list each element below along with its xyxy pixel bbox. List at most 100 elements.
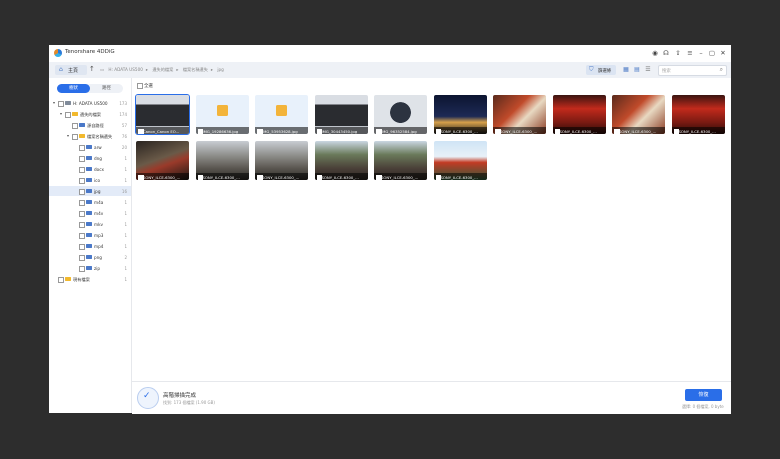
tree-item[interactable]: 源自路徑 57 <box>49 120 131 130</box>
tree-item-checkbox[interactable] <box>79 188 85 195</box>
tree-item[interactable]: ico 1 <box>49 175 131 185</box>
tab-tree[interactable]: 樹狀 <box>57 84 90 93</box>
tree-item-checkbox[interactable] <box>79 177 85 184</box>
expand-arrow-icon[interactable]: ▾ <box>53 100 55 105</box>
tree-item-label: 源自路徑 <box>87 122 104 128</box>
tab-path[interactable]: 路徑 <box>90 84 123 93</box>
share-icon[interactable]: ⇪ <box>674 49 682 57</box>
photo-thumbnail[interactable]: SONY_ILCE-6300_... <box>255 141 308 180</box>
toolbar: ⌂ 主頁 ↑ ▭ H: ADATA US500 ▸ 遺失的檔案 ▸ 檔案名稱遺失 ▸ … <box>49 62 731 79</box>
photo-thumbnail[interactable]: SONY_ILCE-6300_... <box>433 141 487 180</box>
search-input[interactable]: 搜索 ⌕ <box>658 65 727 76</box>
tree-item-label: zip <box>94 265 101 271</box>
photo-thumbnail[interactable]: Canon_Canon EO... <box>135 94 190 135</box>
photo-thumbnail[interactable]: SONY_ILCE-6300_... <box>671 95 725 134</box>
sidebar: 樹狀 路徑 ▾ H: ADATA US500 173 ▾ 遺失的檔案 174 源自路徑 57 ▾… <box>49 78 132 413</box>
tree-item-checkbox[interactable] <box>72 133 78 140</box>
tree-item[interactable]: jpg 16 <box>49 186 131 196</box>
tree-item[interactable]: png 2 <box>49 252 131 262</box>
tree-item-checkbox[interactable] <box>72 122 78 129</box>
breadcrumb-item[interactable]: H: ADATA US500 <box>108 67 143 72</box>
list-view-icon[interactable]: ☰ <box>644 65 652 75</box>
photo-thumbnail[interactable]: SONY_ILCE-6300_... <box>612 95 665 134</box>
app-logo-icon <box>54 49 62 57</box>
tree-item-label: dng <box>94 155 102 161</box>
photo-thumbnail[interactable]: SONY_ILCE-6300_... <box>136 141 189 180</box>
grid-view-icon[interactable]: ▦ <box>622 65 630 75</box>
photo-thumbnail[interactable]: IMG_53953628.jpg <box>255 95 308 134</box>
thumbnail-caption: IMG_30443450.jpg <box>314 127 368 134</box>
tree-item-count: 2 <box>124 254 127 260</box>
breadcrumb-separator-icon: ▸ <box>210 67 214 72</box>
expand-arrow-icon[interactable]: ▾ <box>60 111 62 116</box>
thumbnail-filename: SONY_ILCE-6300_... <box>381 174 419 180</box>
tree-item-label: mp3 <box>94 232 104 238</box>
expand-arrow-icon[interactable]: ▾ <box>67 133 69 138</box>
select-all-checkbox[interactable] <box>137 83 143 89</box>
tree-item-checkbox[interactable] <box>79 199 85 206</box>
tree-item[interactable]: m4v 1 <box>49 208 131 218</box>
thumbnail-caption: SONY_ILCE-6300_... <box>374 173 427 180</box>
close-icon[interactable]: ✕ <box>719 49 727 57</box>
tree-item-checkbox[interactable] <box>79 232 85 239</box>
photo-thumbnail[interactable]: SONY_ILCE-6300_... <box>195 141 249 180</box>
tree-item[interactable]: m4a 1 <box>49 197 131 207</box>
tree-item-checkbox[interactable] <box>65 111 71 118</box>
tree-item[interactable]: mkv 1 <box>49 219 131 229</box>
thumbnail-filename: IMG_30443450.jpg <box>321 128 358 134</box>
tree-item-checkbox[interactable] <box>79 265 85 272</box>
tree-item[interactable]: mp3 1 <box>49 230 131 240</box>
tree-item[interactable]: ▾ 檔案名稱遺失 76 <box>49 131 131 141</box>
home-button[interactable]: ⌂ 主頁 <box>55 65 87 75</box>
photo-thumbnail[interactable]: IMG_19286636.jpg <box>195 95 249 134</box>
thumbnail-caption: SONY_ILCE-6300_... <box>314 173 368 180</box>
tree-item-checkbox[interactable] <box>58 276 64 283</box>
tree-item-checkbox[interactable] <box>58 100 64 107</box>
photo-thumbnail[interactable]: SONY_ILCE-6300_... <box>314 141 368 180</box>
tree-item-checkbox[interactable] <box>79 254 85 261</box>
maximize-icon[interactable]: ▢ <box>708 49 716 57</box>
photo-thumbnail[interactable]: SONY_ILCE-6300_... <box>493 95 546 134</box>
photo-thumbnail[interactable]: IMG_30443450.jpg <box>314 95 368 134</box>
menu-icon[interactable]: ≡ <box>686 49 694 57</box>
tree-item[interactable]: zip 1 <box>49 263 131 273</box>
photo-thumbnail[interactable]: SONY_ILCE-6300_... <box>433 95 487 134</box>
thumbnail-caption: Canon_Canon EO... <box>136 127 189 134</box>
photo-thumbnail[interactable]: SONY_ILCE-6300_... <box>374 141 427 180</box>
selection-info: 選擇: 0 個檔案, 0 byte <box>682 404 724 409</box>
filter-button[interactable]: ⛉ 篩選條 <box>586 65 616 75</box>
filter-icon: ⛉ <box>589 66 594 73</box>
tree-item-checkbox[interactable] <box>79 155 85 162</box>
discord-icon[interactable]: ◉ <box>651 49 659 57</box>
tree-item[interactable]: arw 20 <box>49 142 131 152</box>
minimize-icon[interactable]: – <box>697 49 705 57</box>
thumbnail-caption: IMG_96352584.jpg <box>374 127 427 134</box>
tree-item[interactable]: dng 1 <box>49 153 131 163</box>
tree-item[interactable]: ▾ 遺失的檔案 174 <box>49 109 131 119</box>
tree-item[interactable]: ▾ H: ADATA US500 173 <box>49 98 131 108</box>
breadcrumb-item[interactable]: 檔案名稱遺失 <box>183 67 208 72</box>
tree-item[interactable]: docx 1 <box>49 164 131 174</box>
tree-item-label: 現有檔案 <box>73 276 90 282</box>
tree-item-checkbox[interactable] <box>79 221 85 228</box>
breadcrumb-item[interactable]: 遺失的檔案 <box>152 67 173 72</box>
thumbnail-caption: SONY_ILCE-6300_... <box>433 127 487 134</box>
photo-thumbnail[interactable]: SONY_ILCE-6300_... <box>552 95 606 134</box>
tree-item-label: 遺失的檔案 <box>80 111 101 117</box>
photo-thumbnail[interactable]: IMG_96352584.jpg <box>374 95 427 134</box>
recover-button[interactable]: 恢復 <box>685 389 722 401</box>
tree-item-checkbox[interactable] <box>79 144 85 151</box>
navigate-up-icon[interactable]: ↑ <box>89 65 95 73</box>
tree-item-label: png <box>94 254 102 260</box>
tree-item-checkbox[interactable] <box>79 210 85 217</box>
tile-view-icon[interactable]: ▤ <box>633 65 641 75</box>
thumbnail-filename: SONY_ILCE-6300_... <box>678 128 716 134</box>
tree-item[interactable]: mp4 1 <box>49 241 131 251</box>
tree-item-checkbox[interactable] <box>79 166 85 173</box>
headset-icon[interactable]: ☊ <box>662 49 670 57</box>
tree-item-checkbox[interactable] <box>79 243 85 250</box>
tree-item-label: mp4 <box>94 243 104 249</box>
thumbnail-filename: SONY_ILCE-6300_... <box>440 174 478 180</box>
breadcrumb-item[interactable]: jpg <box>217 67 223 72</box>
tree-item[interactable]: 現有檔案 1 <box>49 274 131 284</box>
